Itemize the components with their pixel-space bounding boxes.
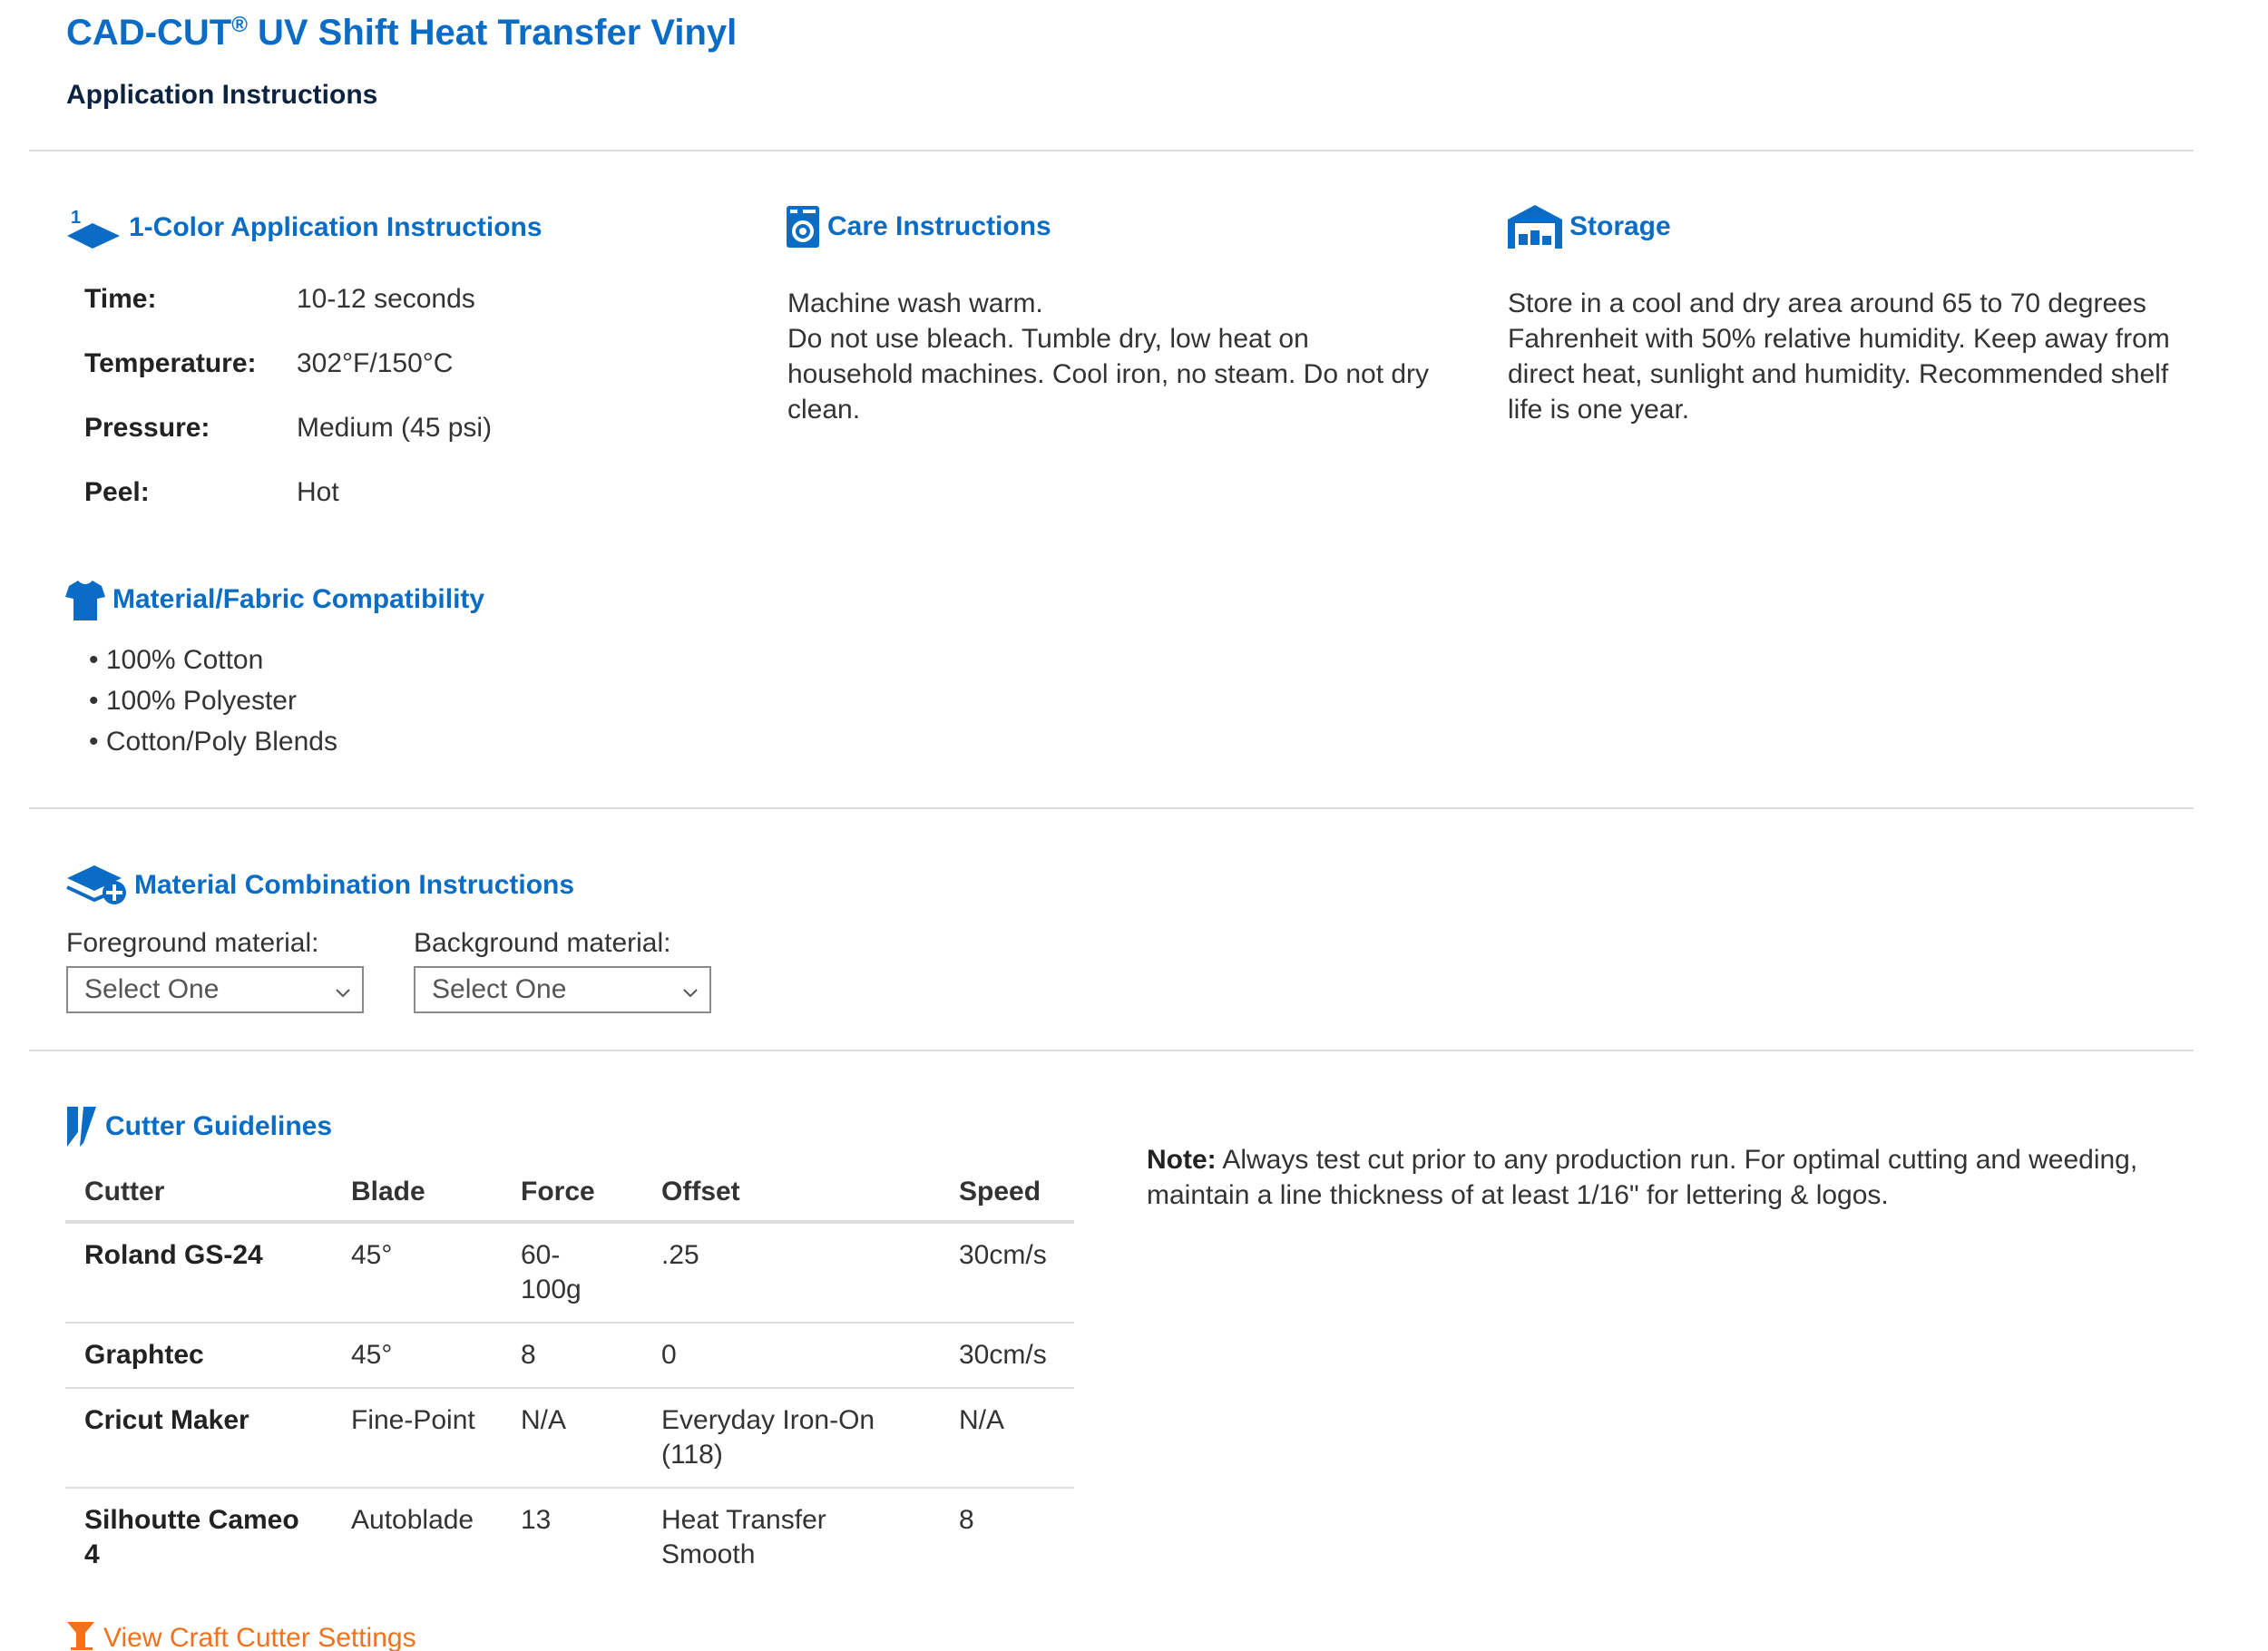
cell-speed: N/A (940, 1388, 1074, 1489)
cell-blade: Autoblade (351, 1505, 474, 1535)
warehouse-icon (1508, 205, 1562, 249)
column-header: Blade (332, 1164, 502, 1224)
tshirt-icon (65, 579, 105, 620)
craft-cutter-icon (65, 1620, 96, 1651)
row-value: 302°F/150°C (297, 348, 454, 378)
divider (29, 807, 2194, 809)
cell-cutter: Roland GS-24 (65, 1222, 332, 1324)
row-key: Peel: (84, 477, 150, 507)
column-header: Cutter (65, 1164, 332, 1224)
svg-text:1: 1 (71, 208, 81, 228)
row-value: Hot (297, 477, 339, 507)
column-header: Speed (940, 1164, 1074, 1224)
cell-force: 60- 100g (502, 1222, 642, 1324)
note-text: Always test cut prior to any production … (1147, 1145, 2138, 1210)
table-row: Roland GS-24 45° 60- 100g .25 30cm/s (65, 1222, 1074, 1324)
cutter-heading: Cutter Guidelines (105, 1111, 333, 1141)
layer-1-icon: 1 (65, 207, 122, 249)
application-section-header: 1 1-Color Application Instructions (65, 207, 543, 249)
page-subtitle: Application Instructions (66, 80, 378, 110)
table-row: Silhoutte Cameo 4 Autoblade 13 Heat Tran… (65, 1488, 1074, 1587)
cell-force: 8 (502, 1323, 642, 1389)
registered-mark: ® (231, 13, 248, 37)
care-heading: Care Instructions (827, 211, 1051, 241)
storage-heading: Storage (1569, 211, 1671, 241)
cell-cutter: Silhoutte Cameo 4 (84, 1505, 299, 1569)
chevron-down-icon (333, 979, 353, 999)
storage-section-header: Storage (1508, 205, 1671, 249)
title-brand: CAD-CUT (66, 13, 232, 53)
list-item: • 100% Polyester (89, 686, 297, 716)
foreground-label: Foreground material: (66, 928, 319, 958)
foreground-select[interactable]: Select One (66, 966, 364, 1013)
row-key: Time: (84, 284, 157, 314)
cutter-note: Note: Always test cut prior to any produ… (1147, 1142, 2172, 1213)
page-title: CAD-CUT® UV Shift Heat Transfer Vinyl (66, 13, 737, 54)
storage-text: Store in a cool and dry area around 65 t… (1508, 288, 2170, 425)
row-key: Temperature: (84, 348, 257, 378)
column-header: Force (502, 1164, 642, 1224)
cell-speed: 8 (959, 1505, 974, 1535)
row-key: Pressure: (84, 413, 210, 443)
care-section-header: Care Instructions (786, 205, 1051, 249)
cell-force: N/A (502, 1388, 642, 1489)
list-item: • Cotton/Poly Blends (89, 727, 337, 757)
cutter-table: Cutter Blade Force Offset Speed Roland G… (65, 1164, 1074, 1587)
cell-cutter: Graphtec (65, 1323, 332, 1389)
application-row-time: Time: 10-12 seconds (84, 284, 475, 315)
cell-offset: 0 (642, 1323, 940, 1389)
note-label: Note: (1147, 1145, 1217, 1175)
background-select-value: Select One (432, 974, 567, 1004)
divider (29, 1050, 2194, 1051)
application-row-peel: Peel: Hot (84, 477, 339, 508)
table-row: Cricut Maker Fine-Point N/A Everyday Iro… (65, 1388, 1074, 1489)
cell-offset: Everyday Iron-On (118) (642, 1388, 940, 1489)
background-select[interactable]: Select One (414, 966, 711, 1013)
foreground-select-value: Select One (84, 974, 220, 1004)
cell-cutter: Cricut Maker (65, 1388, 332, 1489)
row-value: 10-12 seconds (297, 284, 475, 314)
list-item: • 100% Cotton (89, 645, 264, 675)
fabric-section-header: Material/Fabric Compatibility (65, 579, 484, 620)
column-header: Offset (642, 1164, 940, 1224)
divider (29, 150, 2194, 151)
cell-speed: 30cm/s (940, 1222, 1074, 1324)
cell-blade: 45° (332, 1222, 502, 1324)
background-label: Background material: (414, 928, 671, 958)
craft-cutter-settings-link[interactable]: View Craft Cutter Settings (65, 1620, 416, 1651)
title-product: UV Shift Heat Transfer Vinyl (247, 13, 738, 53)
application-row-pressure: Pressure: Medium (45 psi) (84, 413, 492, 444)
application-heading: 1-Color Application Instructions (129, 212, 543, 242)
cell-blade: Fine-Point (332, 1388, 502, 1489)
blade-icon (65, 1105, 98, 1148)
cutter-section-header: Cutter Guidelines (65, 1105, 332, 1148)
washing-machine-icon (786, 205, 820, 249)
cell-blade: 45° (332, 1323, 502, 1389)
care-text: Machine wash warm. Do not use bleach. Tu… (787, 288, 1430, 425)
cell-offset: Heat Transfer Smooth (661, 1505, 826, 1569)
combination-heading: Material Combination Instructions (134, 870, 575, 900)
chevron-down-icon (680, 979, 700, 999)
layers-plus-icon (65, 864, 127, 907)
application-row-temperature: Temperature: 302°F/150°C (84, 348, 453, 379)
table-row: Graphtec 45° 8 0 30cm/s (65, 1323, 1074, 1389)
cell-force: 13 (521, 1505, 552, 1535)
fabric-list: • 100% Cotton • 100% Polyester • Cotton/… (89, 640, 337, 762)
cell-speed: 30cm/s (940, 1323, 1074, 1389)
combination-section-header: Material Combination Instructions (65, 864, 574, 907)
craft-link-text: View Craft Cutter Settings (103, 1622, 416, 1651)
cell-offset: .25 (642, 1222, 940, 1324)
table-header-row: Cutter Blade Force Offset Speed (65, 1164, 1074, 1224)
fabric-heading: Material/Fabric Compatibility (112, 584, 485, 614)
row-value: Medium (45 psi) (297, 413, 493, 443)
